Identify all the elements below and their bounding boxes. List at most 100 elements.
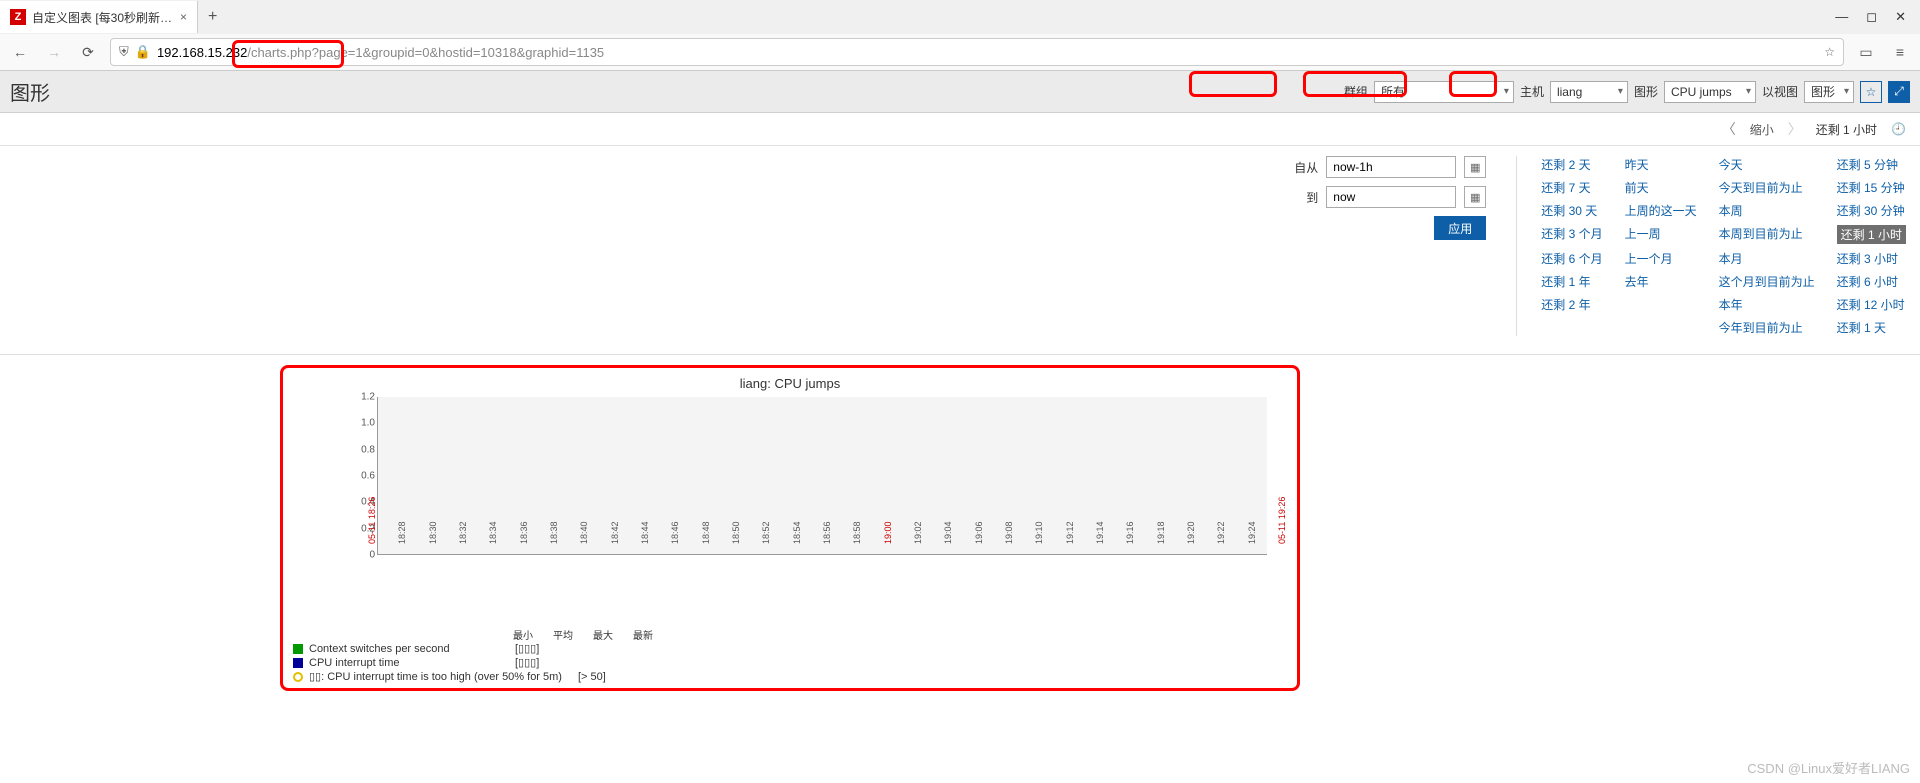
time-preset-link[interactable]: 还剩 6 小时 xyxy=(1837,273,1906,290)
time-preset-link[interactable]: 上一个月 xyxy=(1625,250,1697,267)
time-preset-link[interactable]: 还剩 6 个月 xyxy=(1541,250,1602,267)
fullscreen-icon[interactable]: ⤢ xyxy=(1888,81,1910,103)
view-select[interactable]: 图形 xyxy=(1804,81,1854,103)
time-preset-link[interactable]: 还剩 15 分钟 xyxy=(1837,179,1906,196)
chart-legend: 最小平均最大最新 Context switches per second[▯▯▯… xyxy=(293,627,1287,683)
graph-label: 图形 xyxy=(1634,83,1658,100)
x-tick-label: 18:52 xyxy=(761,521,771,544)
time-preset-link[interactable]: 昨天 xyxy=(1625,156,1697,173)
x-tick-label: 19:22 xyxy=(1216,521,1226,544)
lock-icon: 🔒 xyxy=(135,44,151,60)
zabbix-favicon: Z xyxy=(10,9,26,25)
clock-icon[interactable]: 🕘 xyxy=(1891,122,1906,136)
time-preset-link[interactable]: 这个月到目前为止 xyxy=(1719,273,1815,290)
x-tick-label: 18:28 xyxy=(397,521,407,544)
close-window-icon[interactable]: ✕ xyxy=(1895,9,1906,25)
view-label: 以视图 xyxy=(1762,83,1798,100)
time-preset-link[interactable]: 今年到目前为止 xyxy=(1719,319,1815,336)
host-select[interactable]: liang xyxy=(1550,81,1628,103)
time-preset-link[interactable]: 还剩 30 分钟 xyxy=(1837,202,1906,219)
time-preset-link[interactable]: 还剩 7 天 xyxy=(1541,179,1602,196)
x-tick-label: 18:30 xyxy=(428,521,438,544)
browser-tab[interactable]: Z 自定义图表 [每30秒刷新… × xyxy=(0,1,198,33)
tab-bar: Z 自定义图表 [每30秒刷新… × + — ◻ ✕ xyxy=(0,0,1920,34)
time-preset-link[interactable]: 还剩 30 天 xyxy=(1541,202,1602,219)
x-tick-label: 18:56 xyxy=(822,521,832,544)
window-controls: — ◻ ✕ xyxy=(1821,9,1920,25)
time-preset-link[interactable]: 还剩 12 小时 xyxy=(1837,296,1906,313)
apply-button[interactable]: 应用 xyxy=(1434,216,1486,240)
to-calendar-icon[interactable]: ▦ xyxy=(1464,186,1486,208)
forward-button[interactable]: → xyxy=(42,44,66,60)
trigger-condition: [> 50] xyxy=(578,671,606,683)
trigger-label: ▯▯: CPU interrupt time is too high (over… xyxy=(309,670,562,683)
minimize-icon[interactable]: — xyxy=(1835,9,1848,25)
watermark: CSDN @Linux爱好者LIANG xyxy=(1747,758,1910,777)
page-header: 图形 群组 所有 主机 liang 图形 CPU jumps 以视图 图形 ☆ … xyxy=(0,71,1920,113)
time-preset-link[interactable]: 还剩 3 小时 xyxy=(1837,250,1906,267)
time-preset-link[interactable]: 还剩 3 个月 xyxy=(1541,225,1602,244)
graph-select[interactable]: CPU jumps xyxy=(1664,81,1756,103)
time-preset-link[interactable]: 今天到目前为止 xyxy=(1719,179,1815,196)
time-preset-link[interactable]: 还剩 5 分钟 xyxy=(1837,156,1906,173)
time-preset-link[interactable]: 前天 xyxy=(1625,179,1697,196)
zoom-out-button[interactable]: 缩小 xyxy=(1750,121,1774,138)
x-tick-label: 19:02 xyxy=(913,521,923,544)
time-preset-link[interactable]: 今天 xyxy=(1719,156,1815,173)
y-tick-label: 1.2 xyxy=(361,392,375,403)
x-tick-label: 18:38 xyxy=(549,521,559,544)
save-page-icon[interactable]: ▭ xyxy=(1854,44,1878,61)
time-preset-link[interactable]: 本周 xyxy=(1719,202,1815,219)
url-input[interactable]: ⛨ 🔒 192.168.15.232/charts.php?page=1&gro… xyxy=(110,38,1844,66)
bookmark-star-icon[interactable]: ☆ xyxy=(1824,45,1835,59)
y-tick-label: 0.6 xyxy=(361,471,375,482)
time-preset-link[interactable]: 上一周 xyxy=(1625,225,1697,244)
time-preset-link[interactable]: 还剩 1 小时 xyxy=(1837,225,1906,244)
legend-col-header: 平均 xyxy=(553,627,573,642)
time-preset-link[interactable]: 还剩 2 天 xyxy=(1541,156,1602,173)
time-next-icon[interactable]: 〉 xyxy=(1788,119,1802,139)
x-tick-label: 19:18 xyxy=(1156,521,1166,544)
x-tick-label: 18:42 xyxy=(610,521,620,544)
legend-series-name: CPU interrupt time xyxy=(309,657,509,669)
x-tick-label: 18:36 xyxy=(519,521,529,544)
time-preset-link[interactable]: 还剩 2 年 xyxy=(1541,296,1602,313)
x-tick-label: 19:04 xyxy=(943,521,953,544)
x-tick-label: 05-11 18:26 xyxy=(367,497,377,544)
to-input[interactable] xyxy=(1326,186,1456,208)
url-text: 192.168.15.232/charts.php?page=1&groupid… xyxy=(157,45,1818,60)
close-tab-icon[interactable]: × xyxy=(172,10,187,24)
from-calendar-icon[interactable]: ▦ xyxy=(1464,156,1486,178)
y-tick-label: 0.8 xyxy=(361,444,375,455)
legend-swatch xyxy=(293,644,303,654)
from-input[interactable] xyxy=(1326,156,1456,178)
reload-button[interactable]: ⟳ xyxy=(76,44,100,61)
legend-col-header: 最小 xyxy=(513,627,533,642)
time-preset-link[interactable]: 去年 xyxy=(1625,273,1697,290)
favorite-icon[interactable]: ☆ xyxy=(1860,81,1882,103)
tab-title: 自定义图表 [每30秒刷新… xyxy=(32,9,172,26)
time-nav-bar: 〈 缩小 〉 还剩 1 小时 🕘 xyxy=(0,113,1920,146)
new-tab-button[interactable]: + xyxy=(198,8,227,26)
group-select[interactable]: 所有 xyxy=(1374,81,1514,103)
host-label: 主机 xyxy=(1520,83,1544,100)
maximize-icon[interactable]: ◻ xyxy=(1866,9,1877,25)
time-preset-link[interactable]: 本年 xyxy=(1719,296,1815,313)
chart-container: liang: CPU jumps 00.20.40.60.81.01.2 05-… xyxy=(280,365,1300,691)
legend-values: [▯▯▯] xyxy=(515,642,539,655)
back-button[interactable]: ← xyxy=(8,44,32,60)
time-preset-link[interactable]: 本周到目前为止 xyxy=(1719,225,1815,244)
x-tick-label: 19:06 xyxy=(974,521,984,544)
address-bar: ← → ⟳ ⛨ 🔒 192.168.15.232/charts.php?page… xyxy=(0,34,1920,70)
time-preset-link[interactable]: 本月 xyxy=(1719,250,1815,267)
time-prev-icon[interactable]: 〈 xyxy=(1722,119,1736,139)
time-preset-link[interactable]: 上周的这一天 xyxy=(1625,202,1697,219)
x-tick-label: 19:00 xyxy=(883,521,893,544)
time-preset-link[interactable]: 还剩 1 天 xyxy=(1837,319,1906,336)
legend-trigger-row: ▯▯: CPU interrupt time is too high (over… xyxy=(293,670,1287,683)
time-preset-link[interactable]: 还剩 1 年 xyxy=(1541,273,1602,290)
x-tick-label: 18:40 xyxy=(579,521,589,544)
menu-icon[interactable]: ≡ xyxy=(1888,44,1912,60)
x-tick-label: 18:32 xyxy=(458,521,468,544)
time-range-label: 还剩 1 小时 xyxy=(1816,121,1877,138)
